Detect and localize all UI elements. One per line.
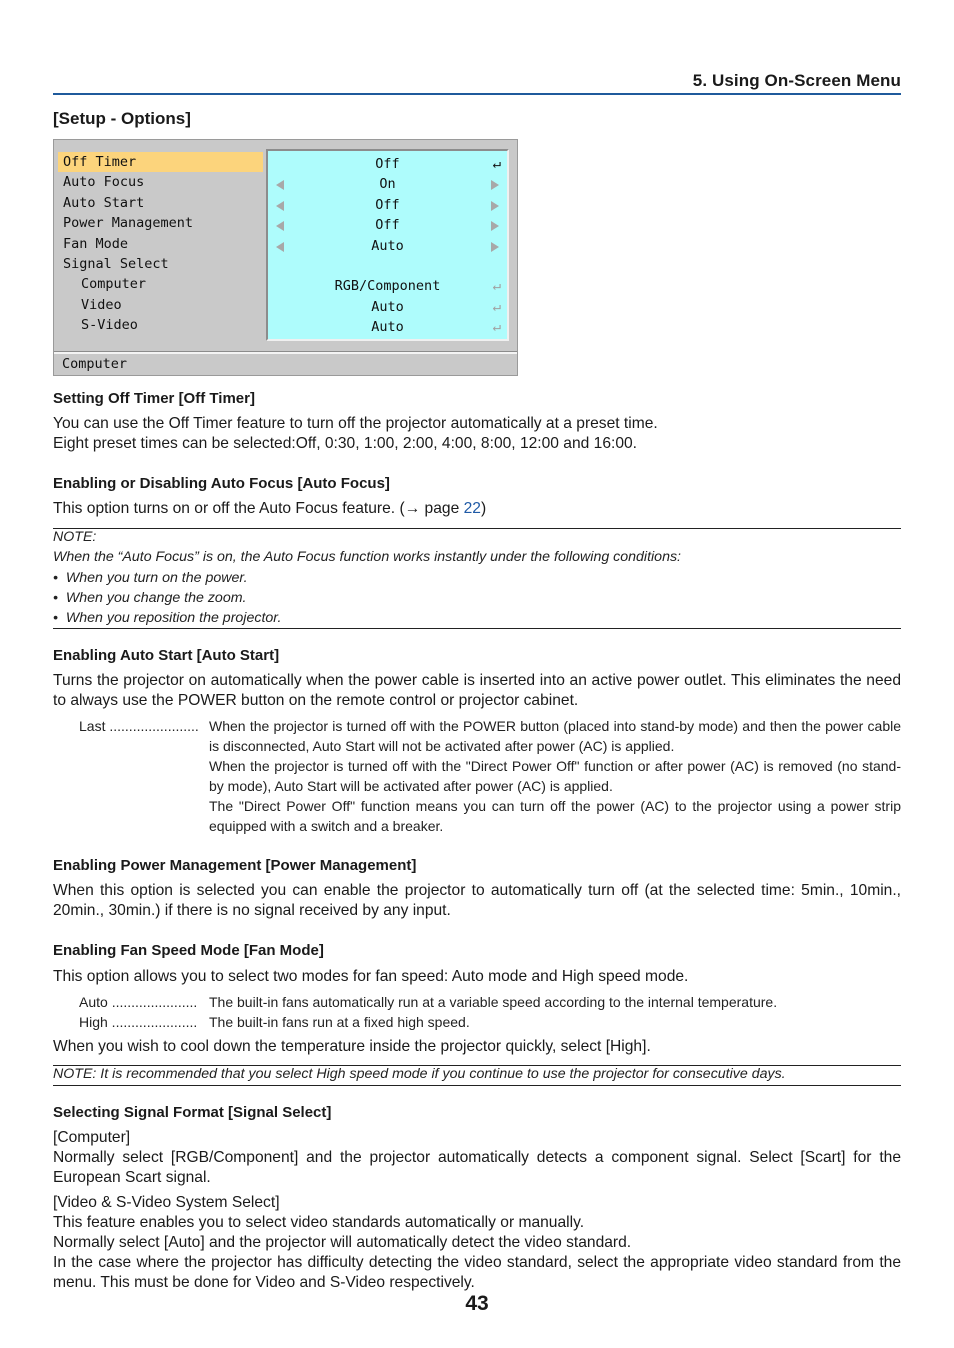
definition-desc: When the projector is turned off with th…	[209, 758, 901, 794]
osd-menu-items: Off Timer Auto Focus Auto Start Power Ma…	[58, 152, 263, 336]
subheading-computer: [Computer]	[53, 1129, 131, 1146]
note-block: NOTE: When the “Auto Focus” is on, the A…	[53, 527, 901, 628]
osd-value-auto-focus[interactable]: On	[268, 174, 507, 194]
paragraph: Eight preset times can be selected:Off, …	[53, 435, 638, 452]
value-text: Off	[375, 156, 400, 172]
text: This option turns on or off the Auto Foc…	[53, 500, 464, 517]
paragraph: When you wish to cool down the temperatu…	[53, 1038, 651, 1055]
page-number: 43	[465, 1292, 489, 1315]
definition-high: High ...................... The built-in…	[79, 1012, 901, 1032]
note-bullet: • When you reposition the projector.	[53, 610, 282, 627]
osd-value-video[interactable]: Auto ↵	[268, 297, 507, 317]
osd-item-video[interactable]: Video	[58, 295, 263, 315]
osd-value-power-management[interactable]: Off	[268, 215, 507, 235]
note-title: NOTE:	[53, 529, 97, 545]
osd-item-s-video[interactable]: S-Video	[58, 315, 263, 335]
osd-value-panel: Off ↵ On Off Off Auto RGB/Component ↵ Au…	[266, 149, 509, 341]
heading-auto-start: Enabling Auto Start [Auto Start]	[53, 647, 280, 664]
value-text: Off	[375, 196, 400, 213]
value-text: Auto	[371, 298, 404, 315]
osd-value-fan-mode[interactable]: Auto	[268, 236, 507, 256]
osd-item-power-management[interactable]: Power Management	[58, 213, 263, 233]
value-text: Off	[375, 217, 400, 234]
value-text: Auto	[371, 319, 404, 336]
osd-divider	[54, 351, 517, 354]
osd-menu: Off Timer Auto Focus Auto Start Power Ma…	[53, 139, 518, 376]
enter-icon: ↵	[492, 298, 501, 315]
osd-item-computer[interactable]: Computer	[58, 274, 263, 294]
osd-item-auto-start[interactable]: Auto Start	[58, 193, 263, 213]
osd-status-bar: Computer	[62, 356, 128, 372]
definition-auto: Auto ...................... The built-in…	[79, 992, 901, 1012]
osd-value-off-timer[interactable]: Off ↵	[268, 154, 507, 174]
note-bullet: • When you change the zoom.	[53, 589, 247, 606]
enter-icon: ↵	[492, 278, 501, 295]
paragraph: You can use the Off Timer feature to tur…	[53, 415, 658, 432]
enter-icon: ↵	[492, 319, 501, 336]
note-bullet: • When you turn on the power.	[53, 569, 248, 586]
definition-desc: The built-in fans automatically run at a…	[209, 994, 778, 1010]
note-fan: NOTE: It is recommended that you select …	[53, 1066, 786, 1082]
value-text: Auto	[371, 237, 404, 254]
osd-item-signal-select: Signal Select	[63, 255, 169, 272]
definition-desc: The "Direct Power Off" function means yo…	[209, 798, 901, 834]
paragraph: Turns the projector on automatically whe…	[53, 672, 901, 709]
note-rule-bottom	[53, 628, 901, 629]
osd-value-computer[interactable]: RGB/Component ↵	[268, 276, 507, 296]
note-rule-bottom	[53, 1085, 901, 1086]
definition-term: Last .......................	[79, 718, 199, 734]
osd-value-auto-start[interactable]: Off	[268, 195, 507, 215]
paragraph: Normally select [Auto] and the projector…	[53, 1234, 632, 1251]
arrow-right-icon[interactable]	[491, 200, 499, 211]
subheading-video: [Video & S-Video System Select]	[53, 1194, 280, 1211]
chapter-title: 5. Using On-Screen Menu	[692, 71, 901, 90]
osd-item-auto-focus[interactable]: Auto Focus	[58, 172, 263, 192]
heading-auto-focus: Enabling or Disabling Auto Focus [Auto F…	[53, 475, 390, 492]
definition-desc: The built-in fans run at a fixed high sp…	[209, 1014, 470, 1030]
osd-item-off-timer[interactable]: Off Timer	[58, 152, 263, 173]
heading-signal-select: Selecting Signal Format [Signal Select]	[53, 1104, 332, 1121]
definition-term: Auto ......................	[79, 994, 198, 1010]
paragraph: This option turns on or off the Auto Foc…	[53, 499, 901, 519]
heading-off-timer: Setting Off Timer [Off Timer]	[53, 390, 255, 407]
section-title: [Setup - Options]	[53, 109, 191, 128]
definition-term: High ......................	[79, 1014, 198, 1030]
text: )	[480, 500, 487, 517]
arrow-right-icon[interactable]	[491, 221, 499, 232]
value-text: RGB/Component	[334, 278, 441, 295]
paragraph: When this option is selected you can ena…	[53, 882, 901, 919]
paragraph: In the case where the projector has diff…	[53, 1254, 901, 1291]
paragraph: This option allows you to select two mod…	[53, 968, 689, 985]
definition-desc: When the projector is turned off with th…	[209, 718, 901, 754]
osd-item-fan-mode[interactable]: Fan Mode	[58, 234, 263, 254]
page-link[interactable]: 22	[464, 500, 481, 517]
arrow-right-icon[interactable]	[491, 241, 499, 252]
heading-fan-mode: Enabling Fan Speed Mode [Fan Mode]	[53, 942, 324, 959]
enter-icon: ↵	[492, 156, 501, 172]
header-rule	[53, 93, 901, 95]
paragraph: This feature enables you to select video…	[53, 1214, 585, 1231]
value-text: On	[379, 176, 396, 193]
arrow-right-icon[interactable]	[491, 180, 499, 191]
definition-last: Last ....................... When the pr…	[79, 716, 901, 836]
note-intro: When the “Auto Focus” is on, the Auto Fo…	[53, 549, 681, 566]
heading-power-management: Enabling Power Management [Power Managem…	[53, 857, 417, 874]
osd-value-s-video[interactable]: Auto ↵	[268, 317, 507, 337]
paragraph: Normally select [RGB/Component] and the …	[53, 1149, 901, 1186]
